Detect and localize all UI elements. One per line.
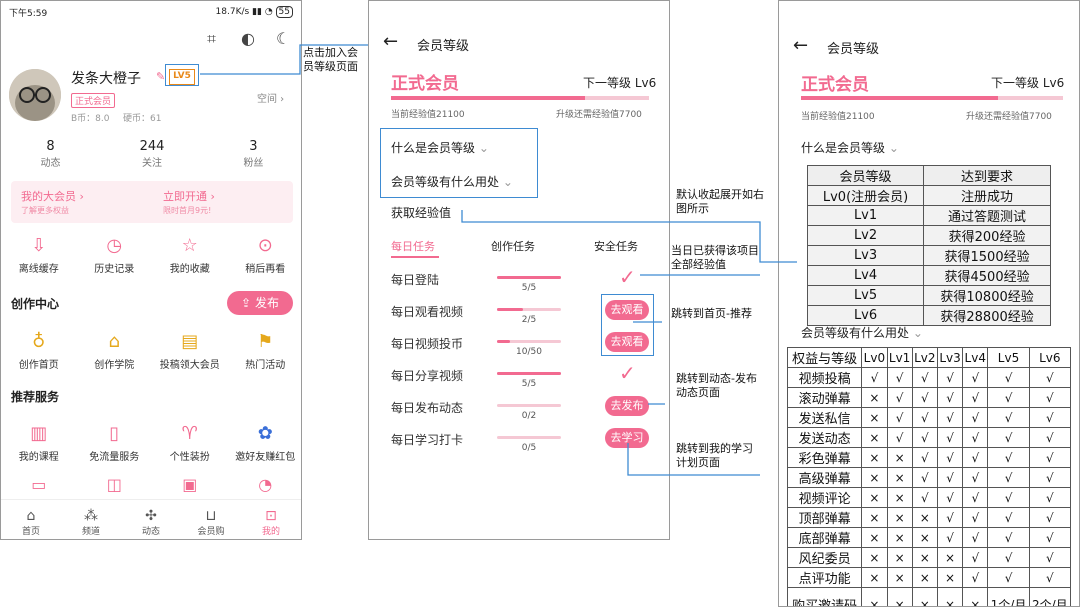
annotation-post-dynamic: 跳转到动态-发布动态页面 bbox=[676, 372, 757, 399]
annotation-lines bbox=[200, 44, 797, 476]
annotation-full-exp: 当日已获得该项目全部经验值 bbox=[671, 244, 759, 271]
annotation-collapsed: 默认收起展开如右图所示 bbox=[676, 188, 764, 215]
annotation-home-recommend: 跳转到首页-推荐 bbox=[671, 307, 752, 320]
highlight-watch-buttons bbox=[601, 294, 654, 356]
highlight-level-badge bbox=[165, 64, 199, 86]
annotation-join: 点击加入会员等级页面 bbox=[303, 46, 358, 73]
annotation-study-plan: 跳转到我的学习计划页面 bbox=[676, 442, 753, 469]
highlight-faq bbox=[380, 128, 538, 198]
